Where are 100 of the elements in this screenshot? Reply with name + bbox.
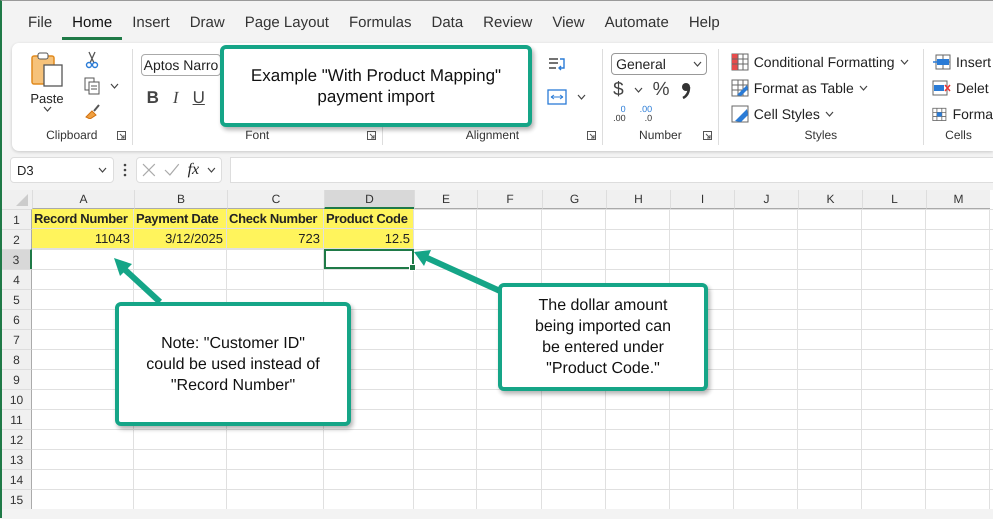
row-header[interactable]: 11 — [2, 409, 32, 429]
underline-button[interactable]: U — [192, 88, 205, 108]
scissors-icon[interactable] — [84, 51, 100, 69]
more-options-icon[interactable] — [123, 163, 127, 177]
caret-icon[interactable] — [42, 106, 52, 112]
bold-button[interactable]: B — [146, 88, 159, 108]
increase-decimal-button[interactable]: 0 .00 — [613, 105, 626, 123]
row-header[interactable]: 8 — [2, 349, 32, 369]
column-header[interactable]: I — [670, 190, 734, 209]
group-label: Number — [639, 128, 682, 142]
caret-icon[interactable] — [98, 167, 107, 173]
group-label: Alignment — [466, 128, 520, 142]
row-header[interactable]: 13 — [2, 449, 32, 469]
row-header[interactable]: 3 — [2, 249, 32, 269]
row-header[interactable]: 7 — [2, 329, 32, 349]
insert-cells-icon[interactable] — [932, 53, 952, 71]
ribbon-tab[interactable]: Home — [62, 8, 122, 40]
column-header[interactable]: K — [798, 190, 862, 209]
style-menu-button[interactable]: Format as Table — [730, 79, 909, 97]
ribbon-tab[interactable]: View — [542, 8, 595, 40]
clipboard-icon[interactable] — [30, 51, 64, 87]
check-icon[interactable] — [164, 163, 180, 177]
column-header[interactable]: C — [227, 190, 324, 209]
caret-icon[interactable] — [693, 61, 702, 67]
paste-button[interactable]: Paste — [22, 49, 72, 125]
ribbon-tab[interactable]: Page Layout — [234, 8, 339, 40]
row-header[interactable]: 5 — [2, 289, 32, 309]
insert-function-button[interactable]: fx — [188, 161, 200, 179]
cells-menu-button[interactable]: Delet — [932, 79, 993, 97]
row-header[interactable]: 14 — [2, 469, 32, 489]
table-cell: Record Number — [32, 209, 134, 229]
table-cell: 12.5 — [324, 229, 414, 249]
delete-cells-icon[interactable] — [932, 79, 952, 97]
caret-icon[interactable] — [576, 94, 586, 100]
table-cell: Check Number — [227, 209, 324, 229]
selected-cell[interactable] — [324, 249, 414, 269]
column-header[interactable]: B — [134, 190, 227, 209]
column-header[interactable]: G — [542, 190, 606, 209]
dialog-launcher-icon[interactable] — [116, 131, 126, 140]
caret-icon[interactable] — [207, 167, 216, 173]
number-format-dropdown[interactable]: General — [611, 53, 708, 75]
row-header[interactable]: 1 — [2, 209, 32, 229]
row-header[interactable]: 10 — [2, 389, 32, 409]
copy-icon[interactable] — [84, 77, 100, 95]
column-header[interactable]: H — [606, 190, 670, 209]
cells-menu-button[interactable]: Forma — [932, 105, 993, 123]
column-header[interactable]: A — [32, 190, 134, 209]
format-cells-icon[interactable] — [932, 105, 948, 123]
table-cell: 3/12/2025 — [134, 229, 227, 249]
column-header[interactable]: F — [477, 190, 542, 209]
column-header[interactable]: J — [734, 190, 798, 209]
ribbon-tab[interactable]: Help — [678, 8, 730, 40]
ribbon-tab[interactable]: File — [18, 8, 62, 40]
caret-icon[interactable] — [110, 83, 119, 89]
currency-button[interactable]: $ — [613, 79, 624, 101]
dialog-launcher-icon[interactable] — [366, 131, 376, 140]
dialog-launcher-icon[interactable] — [587, 131, 596, 140]
cells-menu-button[interactable]: Insert — [932, 53, 993, 71]
italic-button[interactable]: I — [172, 88, 179, 108]
ribbon-tab[interactable]: Draw — [180, 8, 235, 40]
row-header[interactable]: 9 — [2, 369, 32, 389]
table-cell: Product Code — [324, 209, 414, 229]
row-header[interactable]: 12 — [2, 429, 32, 449]
caret-icon[interactable] — [900, 59, 909, 65]
dialog-launcher-icon[interactable] — [702, 131, 712, 140]
row-header[interactable]: 4 — [2, 269, 32, 289]
arrow — [114, 258, 162, 304]
percent-button[interactable]: % — [652, 79, 670, 101]
table-cell: Payment Date — [134, 209, 227, 229]
row-header[interactable]: 6 — [2, 309, 32, 329]
ribbon-tab[interactable]: Data — [421, 8, 474, 40]
column-header[interactable]: E — [414, 190, 477, 209]
conditional-formatting-icon[interactable] — [730, 53, 749, 71]
column-header[interactable]: D — [324, 190, 414, 209]
ribbon-tab[interactable]: Formulas — [338, 8, 422, 40]
column-header[interactable]: L — [862, 190, 926, 209]
caret-icon[interactable] — [634, 87, 643, 93]
group-label: Font — [245, 128, 270, 142]
row-header[interactable]: 15 — [2, 489, 32, 509]
fill-handle[interactable] — [409, 264, 416, 271]
table-cell: 11043 — [32, 229, 134, 249]
column-header[interactable]: M — [926, 190, 990, 209]
caret-icon[interactable] — [858, 85, 868, 91]
cell-styles-icon[interactable] — [730, 105, 749, 123]
comma-style-icon[interactable] — [680, 81, 692, 99]
group-label: Cells — [945, 128, 972, 142]
caret-icon[interactable] — [824, 111, 834, 117]
ribbon-tab[interactable]: Review — [473, 8, 542, 40]
row-header[interactable]: 2 — [2, 229, 32, 249]
table-grid-icon[interactable] — [730, 79, 749, 97]
decrease-decimal-button[interactable]: .00 .0 — [640, 105, 652, 123]
name-box[interactable]: D3 — [10, 157, 114, 183]
ribbon-tab[interactable]: Automate — [594, 8, 679, 40]
style-menu-button[interactable]: Conditional Formatting — [730, 53, 909, 71]
formula-input-field[interactable] — [230, 157, 993, 183]
ribbon-tab[interactable]: Insert — [122, 8, 180, 40]
paintbrush-icon[interactable] — [84, 103, 102, 119]
merge-cells-icon[interactable] — [546, 89, 567, 105]
table-cell: 723 — [227, 229, 324, 249]
style-menu-button[interactable]: Cell Styles — [730, 105, 909, 123]
